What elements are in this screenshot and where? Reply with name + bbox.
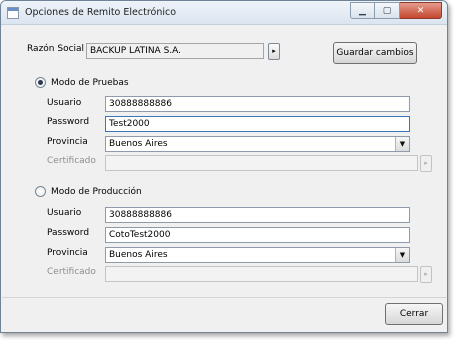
title-bar[interactable]: Opciones de Remito Electrónico ▁ ▢ ✕ bbox=[1, 1, 447, 25]
arrow-right-icon: ▸ bbox=[424, 159, 428, 167]
arrow-right-icon: ▸ bbox=[272, 47, 276, 55]
minimize-icon: ▁ bbox=[359, 5, 366, 16]
pruebas-certificado-field bbox=[105, 155, 418, 171]
produccion-provincia-select[interactable]: Buenos Aires ▼ bbox=[105, 247, 410, 263]
maximize-button[interactable]: ▢ bbox=[375, 2, 400, 19]
options-dialog-window: Opciones de Remito Electrónico ▁ ▢ ✕ Raz… bbox=[0, 0, 448, 333]
modo-pruebas-radio[interactable] bbox=[35, 77, 46, 88]
pruebas-certificado-label: Certificado bbox=[47, 156, 96, 166]
close-icon: ✕ bbox=[416, 5, 425, 16]
produccion-certificado-field bbox=[105, 266, 418, 282]
pruebas-password-label: Password bbox=[47, 117, 90, 127]
pruebas-usuario-input[interactable]: 30888888886 bbox=[105, 96, 410, 112]
maximize-icon: ▢ bbox=[382, 5, 392, 16]
produccion-certificado-button: ▸ bbox=[420, 266, 432, 283]
chevron-down-icon[interactable]: ▼ bbox=[395, 137, 409, 151]
produccion-usuario-input[interactable]: 30888888886 bbox=[105, 207, 410, 223]
arrow-right-icon: ▸ bbox=[424, 270, 428, 278]
minimize-button[interactable]: ▁ bbox=[350, 2, 375, 19]
modo-pruebas-option[interactable]: Modo de Pruebas bbox=[35, 77, 129, 88]
produccion-password-input[interactable]: CotoTest2000 bbox=[105, 227, 410, 243]
produccion-provincia-value: Buenos Aires bbox=[109, 250, 168, 260]
cerrar-button[interactable]: Cerrar bbox=[385, 303, 443, 325]
razon-social-field[interactable]: BACKUP LATINA S.A. bbox=[86, 43, 264, 59]
produccion-password-label: Password bbox=[47, 228, 90, 238]
modo-produccion-label: Modo de Producción bbox=[51, 186, 142, 197]
pruebas-provincia-label: Provincia bbox=[47, 137, 88, 147]
produccion-usuario-label: Usuario bbox=[47, 208, 82, 218]
dialog-button-bar: Cerrar bbox=[2, 297, 446, 331]
pruebas-provincia-value: Buenos Aires bbox=[109, 139, 168, 149]
pruebas-certificado-button: ▸ bbox=[420, 155, 432, 172]
razon-social-select-button[interactable]: ▸ bbox=[268, 43, 280, 60]
window-app-icon bbox=[7, 7, 19, 19]
produccion-provincia-label: Provincia bbox=[47, 248, 88, 258]
pruebas-password-input[interactable]: Test2000 bbox=[105, 116, 410, 132]
caption-buttons: ▁ ▢ ✕ bbox=[350, 2, 442, 19]
dialog-client-area: Razón Social BACKUP LATINA S.A. ▸ Guarda… bbox=[2, 26, 446, 331]
produccion-certificado-label: Certificado bbox=[47, 267, 96, 277]
chevron-down-icon[interactable]: ▼ bbox=[395, 248, 409, 262]
window-title: Opciones de Remito Electrónico bbox=[25, 7, 177, 18]
modo-produccion-option[interactable]: Modo de Producción bbox=[35, 186, 142, 197]
razon-social-label: Razón Social bbox=[27, 44, 85, 54]
pruebas-provincia-select[interactable]: Buenos Aires ▼ bbox=[105, 136, 410, 152]
modo-produccion-radio[interactable] bbox=[35, 186, 46, 197]
modo-pruebas-label: Modo de Pruebas bbox=[51, 77, 129, 88]
close-window-button[interactable]: ✕ bbox=[400, 2, 442, 19]
guardar-cambios-button[interactable]: Guardar cambios bbox=[333, 42, 417, 64]
pruebas-usuario-label: Usuario bbox=[47, 98, 82, 108]
